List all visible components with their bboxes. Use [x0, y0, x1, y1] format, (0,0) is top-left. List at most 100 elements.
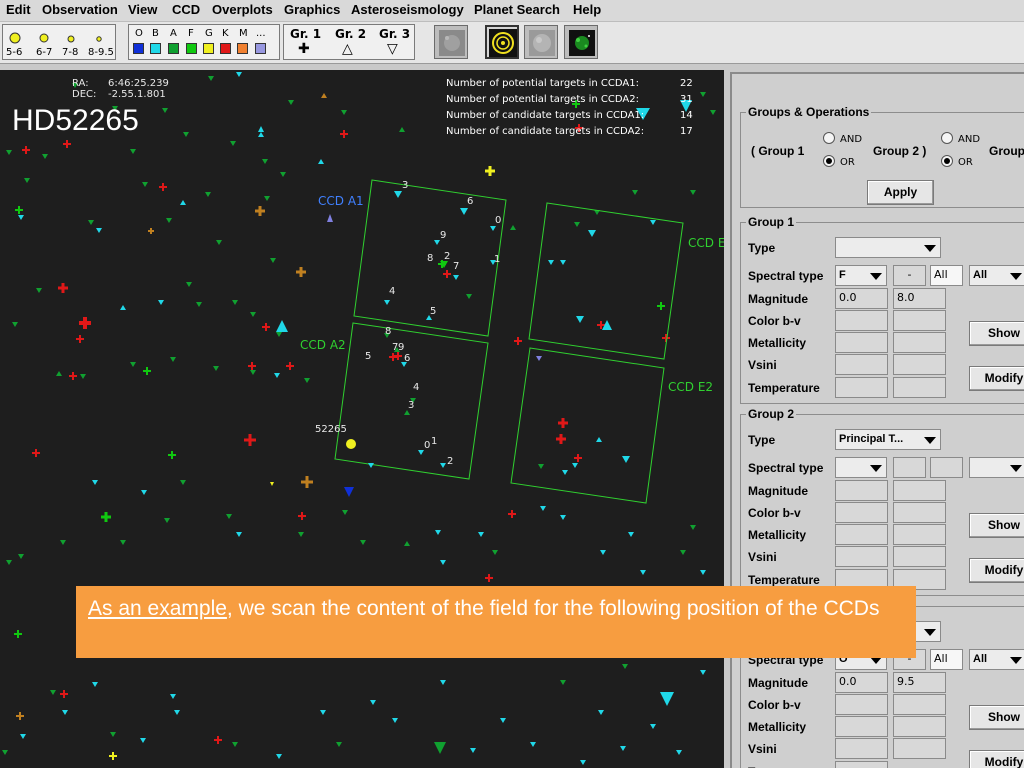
- menu-overplots[interactable]: Overplots: [212, 2, 273, 17]
- background-stars: [2, 72, 716, 765]
- ra-value: 6:46:25.239: [108, 78, 169, 89]
- spec-label-a: A: [170, 28, 177, 39]
- menu-asteroseismology[interactable]: Asteroseismology: [351, 2, 464, 17]
- menu-ccd[interactable]: CCD: [172, 2, 200, 17]
- temperature-max-input[interactable]: [893, 377, 946, 398]
- metallicity-max-input[interactable]: [893, 332, 946, 353]
- spectral-class-select[interactable]: [969, 457, 1024, 478]
- type-select[interactable]: [835, 237, 941, 258]
- swatch-f: [186, 43, 197, 54]
- magnitude-max-input[interactable]: [893, 480, 946, 501]
- groups-legend[interactable]: Gr. 1 Gr. 2 Gr. 3 ✚ △ ▽: [283, 24, 415, 60]
- magnitude-max-input[interactable]: 9.5: [893, 672, 946, 693]
- or-radio-2[interactable]: [941, 155, 953, 167]
- spec-label-more: ...: [256, 28, 266, 39]
- menu-planet-search[interactable]: Planet Search: [474, 2, 560, 17]
- metallicity-min-input[interactable]: [835, 524, 888, 545]
- metallicity-min-input[interactable]: [835, 332, 888, 353]
- chevron-down-icon: [924, 437, 936, 444]
- modify-button[interactable]: Modify: [969, 750, 1024, 768]
- star-label: 52265: [315, 424, 347, 435]
- color-max-input[interactable]: [893, 694, 946, 715]
- magnitude-max-input[interactable]: 8.0: [893, 288, 946, 309]
- modify-button[interactable]: Modify: [969, 558, 1024, 583]
- magnitude-label: Magnitude: [748, 676, 808, 690]
- sky-view[interactable]: RA: 6:46:25.239 DEC: -2.55.1.801 HD52265…: [0, 70, 724, 768]
- group2-triangle-icon: △: [342, 41, 353, 57]
- vsini-label: Vsini: [748, 550, 777, 564]
- type-select[interactable]: Principal T...: [835, 429, 941, 450]
- magnitude-legend[interactable]: 5-6 6-7 7-8 8-9.5: [2, 24, 116, 60]
- ccd-stars: [327, 191, 630, 475]
- color-max-input[interactable]: [893, 310, 946, 331]
- magnitude-min-input[interactable]: 0.0: [835, 672, 888, 693]
- field-texture-button[interactable]: [524, 25, 558, 59]
- metallicity-max-input[interactable]: [893, 716, 946, 737]
- menu-edit[interactable]: Edit: [6, 2, 31, 17]
- group1-operand: ( Group 1: [751, 144, 805, 158]
- ccd-number: 2: [444, 251, 451, 262]
- or-radio-1[interactable]: [823, 155, 835, 167]
- menu-help[interactable]: Help: [573, 2, 601, 17]
- spectral-range-to[interactable]: All: [930, 649, 963, 670]
- swatch-k: [220, 43, 231, 54]
- spectral-type-select[interactable]: F: [835, 265, 887, 286]
- color-min-input[interactable]: [835, 694, 888, 715]
- ccd-number: 1: [494, 254, 501, 265]
- spectral-range-from[interactable]: [893, 457, 926, 478]
- spectral-range-to[interactable]: All: [930, 265, 963, 286]
- stat-row: Number of candidate targets in CCDA1: 14: [446, 110, 696, 122]
- vsini-min-input[interactable]: [835, 354, 888, 375]
- dec-label: DEC:: [72, 89, 97, 100]
- caption-link[interactable]: As an example: [88, 597, 227, 620]
- menu-graphics[interactable]: Graphics: [284, 2, 340, 17]
- target-name: HD52265: [12, 104, 139, 137]
- chevron-down-icon: [870, 273, 882, 280]
- target-star[interactable]: [346, 439, 356, 449]
- color-label: Color b-v: [748, 314, 801, 328]
- vsini-min-input[interactable]: [835, 738, 888, 759]
- ccd-number: 8: [385, 326, 392, 337]
- stat-value: 22: [680, 78, 693, 89]
- chevron-down-icon: [870, 657, 882, 664]
- stat-row: Number of potential targets in CCDA2: 31: [446, 94, 696, 106]
- modify-button[interactable]: Modify: [969, 366, 1024, 391]
- spectral-class-value: All: [973, 269, 988, 281]
- metallicity-max-input[interactable]: [893, 524, 946, 545]
- spectral-range-to[interactable]: [930, 457, 963, 478]
- sky-image-button[interactable]: [434, 25, 468, 59]
- star-map-button[interactable]: [564, 25, 598, 59]
- ccd-number: 3: [408, 400, 415, 411]
- spectral-class-select[interactable]: All: [969, 649, 1024, 670]
- apply-button[interactable]: Apply: [867, 180, 934, 205]
- group3-operand: Group: [989, 144, 1024, 158]
- spectral-type-select[interactable]: [835, 457, 887, 478]
- and-radio-2[interactable]: [941, 132, 953, 144]
- target-view-button[interactable]: [485, 25, 519, 59]
- vsini-max-input[interactable]: [893, 354, 946, 375]
- color-max-input[interactable]: [893, 502, 946, 523]
- temperature-min-input[interactable]: [835, 761, 888, 768]
- spectral-class-select[interactable]: All: [969, 265, 1024, 286]
- show-button[interactable]: Show: [969, 705, 1024, 730]
- ccd-number: 6: [404, 353, 411, 364]
- toolbar: 5-6 6-7 7-8 8-9.5 O B A F G K M ... Gr. …: [0, 22, 1024, 64]
- spectral-legend[interactable]: O B A F G K M ...: [128, 24, 280, 60]
- color-min-input[interactable]: [835, 310, 888, 331]
- menu-view[interactable]: View: [128, 2, 157, 17]
- ccd-a2-label: CCD A2: [300, 338, 346, 352]
- vsini-max-input[interactable]: [893, 546, 946, 567]
- show-button[interactable]: Show: [969, 321, 1024, 346]
- metallicity-min-input[interactable]: [835, 716, 888, 737]
- show-button[interactable]: Show: [969, 513, 1024, 538]
- color-min-input[interactable]: [835, 502, 888, 523]
- mag-label-3: 7-8: [62, 47, 79, 58]
- and-radio-1[interactable]: [823, 132, 835, 144]
- temperature-min-input[interactable]: [835, 377, 888, 398]
- menu-observation[interactable]: Observation: [42, 2, 118, 17]
- magnitude-min-input[interactable]: 0.0: [835, 288, 888, 309]
- chevron-down-icon: [924, 629, 936, 636]
- magnitude-min-input[interactable]: [835, 480, 888, 501]
- vsini-max-input[interactable]: [893, 738, 946, 759]
- vsini-min-input[interactable]: [835, 546, 888, 567]
